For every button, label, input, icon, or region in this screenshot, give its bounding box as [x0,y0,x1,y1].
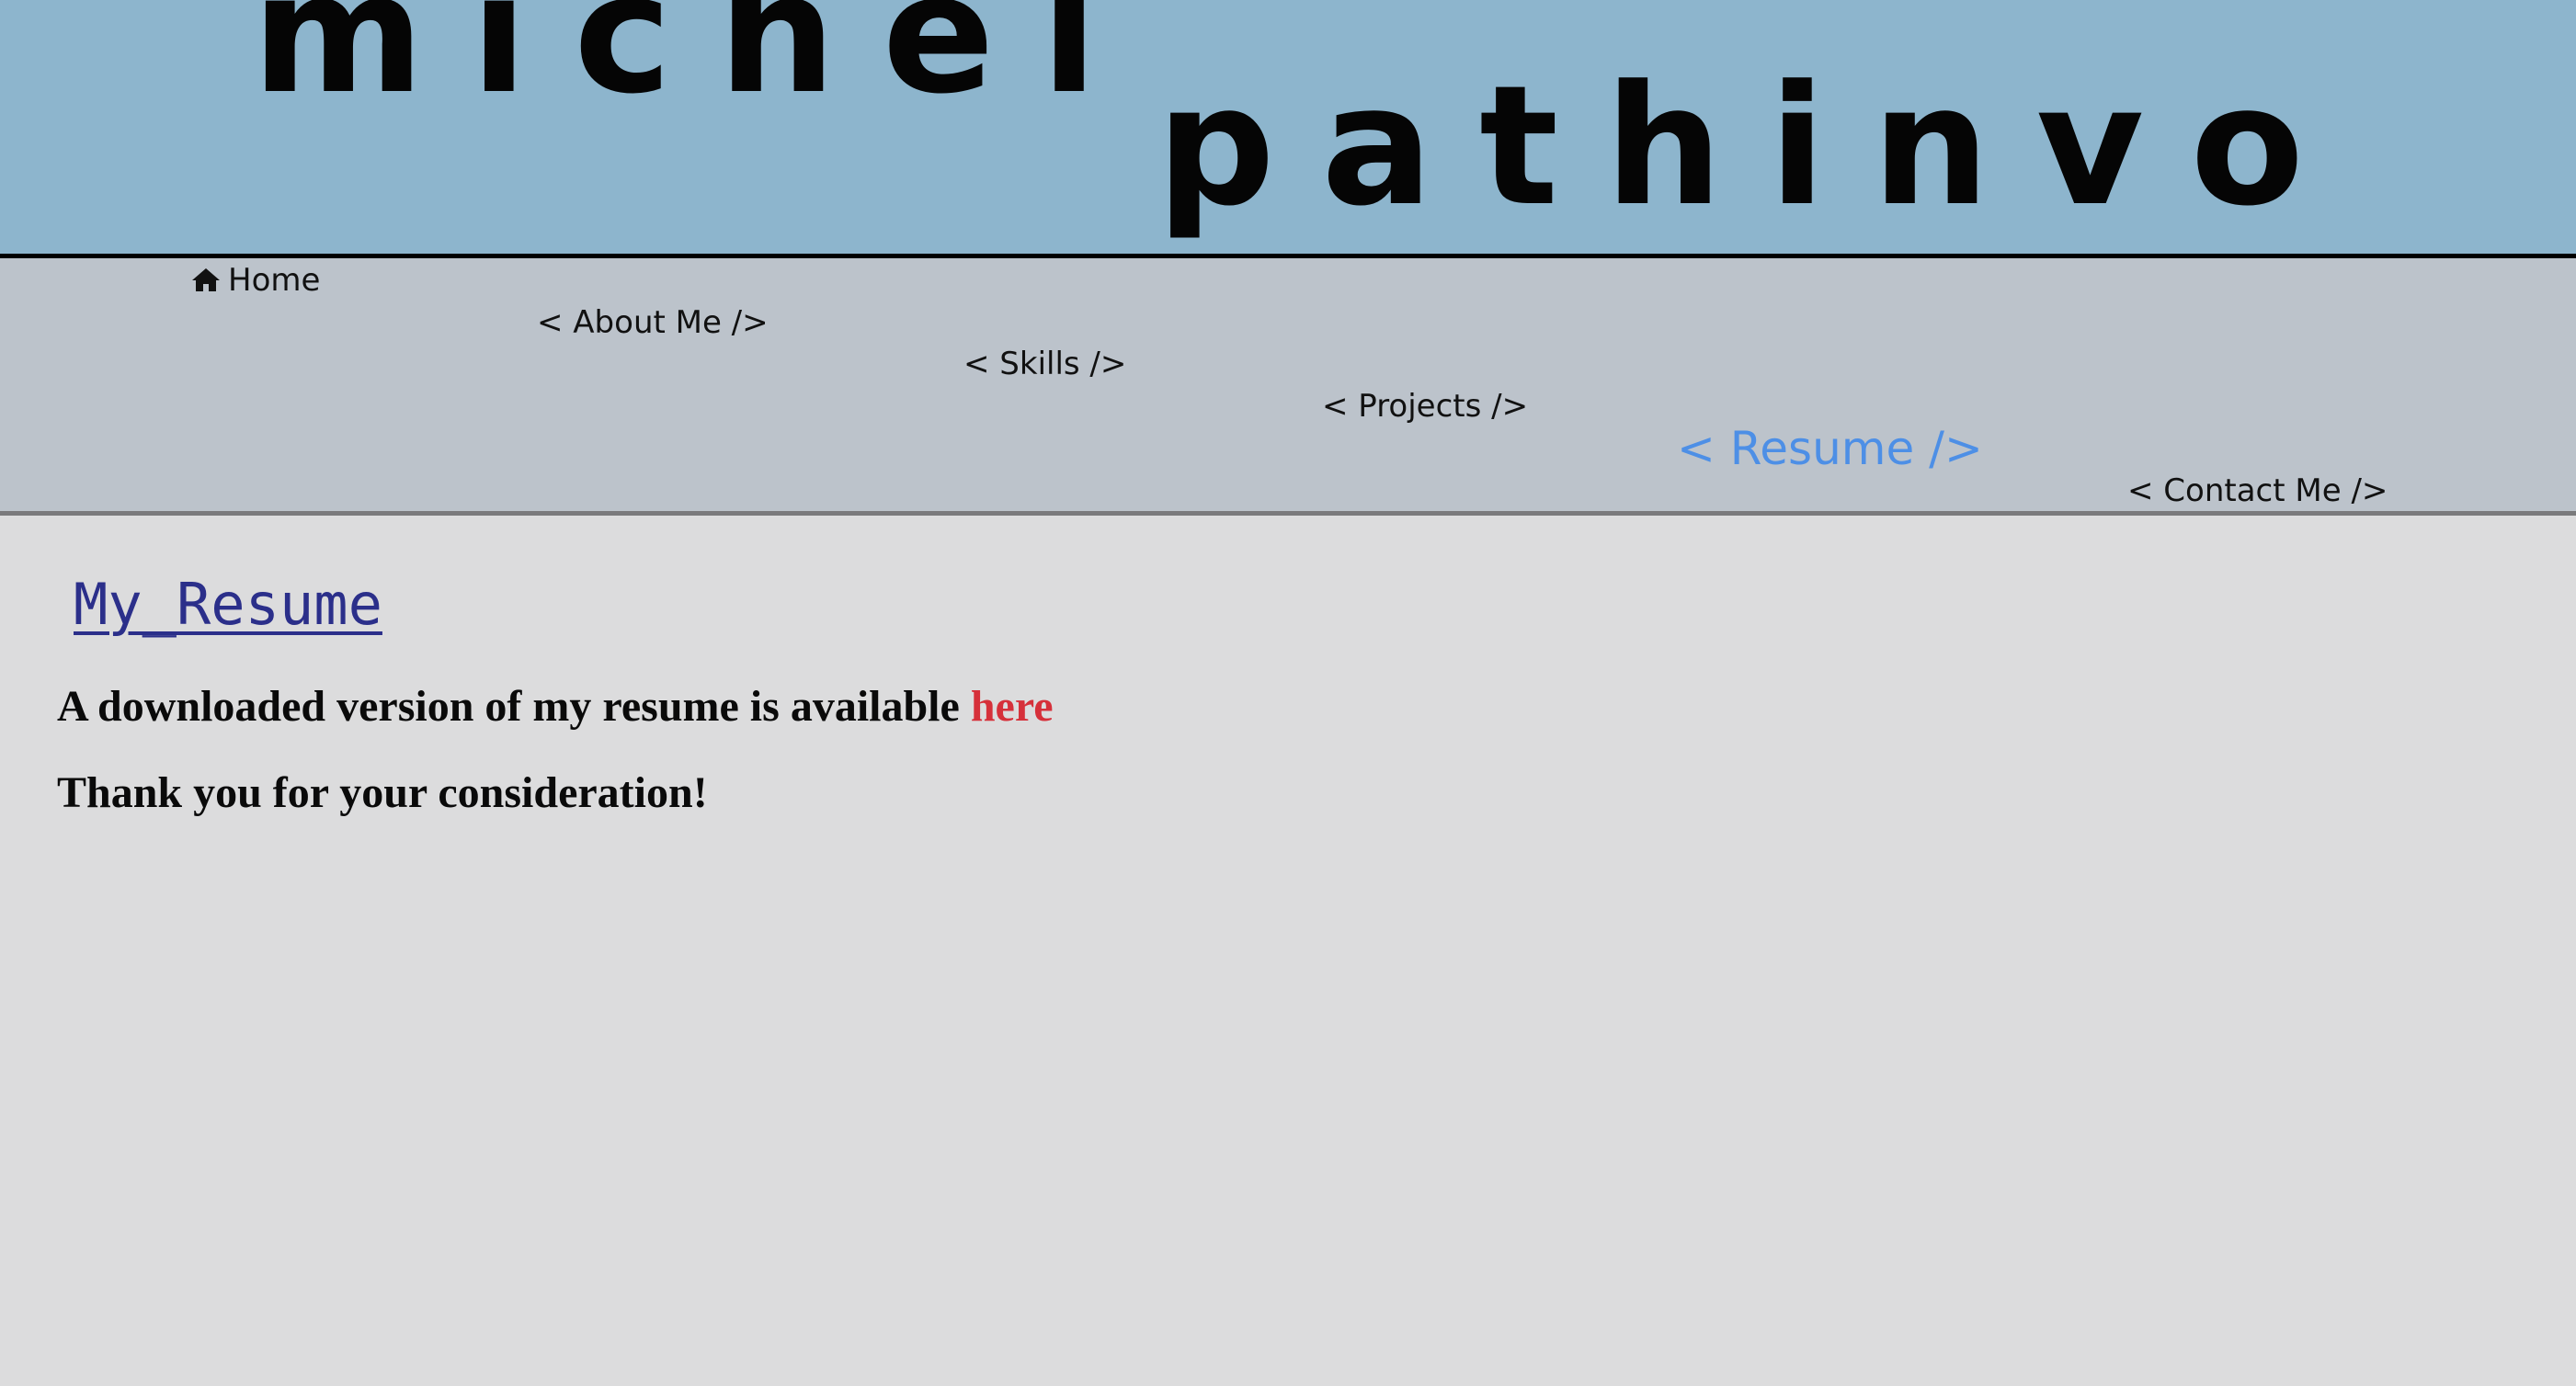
nav-contact-link[interactable]: < Contact Me /> [2127,475,2388,506]
logo-first-name: michel [252,0,1145,131]
nav-home-link[interactable]: Home [191,265,320,296]
nav-resume-link[interactable]: < Resume /> [1677,426,1983,471]
home-icon [191,267,221,292]
site-header: michel pathinvo [0,0,2576,258]
page-title: My_Resume [74,571,382,638]
logo-last-name: pathinvo [1157,51,2351,243]
main-content: My_Resume A downloaded version of my res… [0,516,2576,1386]
nav-skills-link[interactable]: < Skills /> [963,348,1126,380]
resume-download-link[interactable]: here [971,682,1054,731]
nav-about-link[interactable]: < About Me /> [537,307,769,338]
thanks-paragraph: Thank you for your consideration! [57,768,708,817]
download-paragraph: A downloaded version of my resume is ava… [57,681,1054,732]
nav-home-label: Home [228,262,321,299]
download-text: A downloaded version of my resume is ava… [57,682,971,731]
nav-projects-link[interactable]: < Projects /> [1322,391,1528,422]
